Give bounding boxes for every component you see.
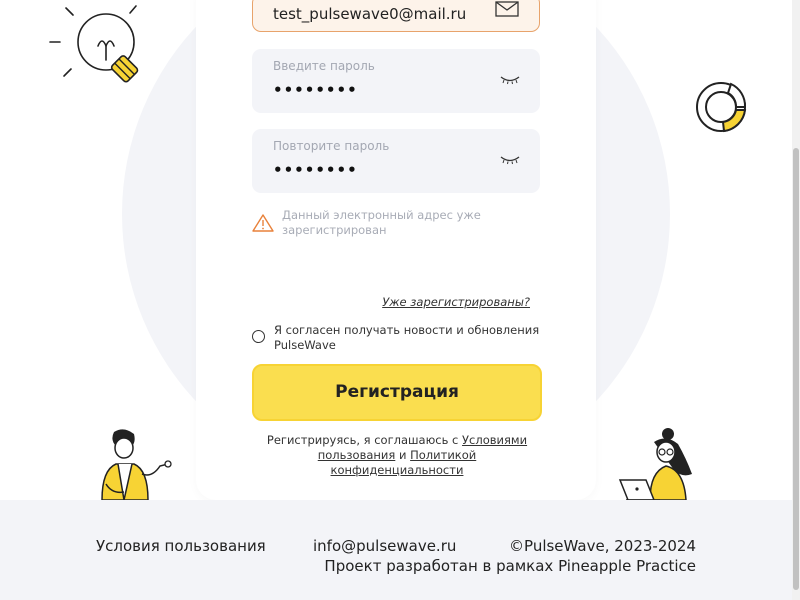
terms-conjunction: и <box>395 448 411 462</box>
password-value: •••••••• <box>273 81 358 99</box>
eye-closed-icon[interactable] <box>500 75 520 85</box>
man-illustration <box>101 429 172 501</box>
scrollbar-thumb[interactable] <box>793 148 799 590</box>
donut-chart-illustration <box>696 82 747 133</box>
footer: Условия пользования info@pulsewave.ru ©P… <box>0 500 792 600</box>
password-label: Введите пароль <box>273 59 375 73</box>
footer-project-note: Проект разработан в рамках Pineapple Pra… <box>324 557 696 575</box>
envelope-icon <box>495 1 519 17</box>
password-repeat-value: •••••••• <box>273 161 358 179</box>
warning-icon <box>252 214 274 232</box>
terms-prefix: Регистрируясь, я соглашаюсь с <box>266 433 463 447</box>
terms-notice: Регистрируясь, я соглашаюсь с Условиями … <box>252 433 542 478</box>
footer-email-link[interactable]: info@pulsewave.ru <box>313 537 456 555</box>
email-field[interactable]: test_pulsewave0@mail.ru <box>252 0 540 32</box>
consent-label: Я согласен получать новости и обновления… <box>274 323 540 352</box>
lightbulb-illustration <box>49 5 139 83</box>
password-field[interactable]: Введите пароль •••••••• <box>252 49 540 113</box>
eye-closed-icon[interactable] <box>500 155 520 165</box>
woman-laptop-illustration <box>618 428 692 501</box>
login-link[interactable]: Уже зарегистрированы? <box>382 295 530 309</box>
password-repeat-label: Повторите пароль <box>273 139 390 153</box>
email-value: test_pulsewave0@mail.ru <box>273 5 467 23</box>
consent-radio[interactable] <box>252 330 265 343</box>
footer-copyright: ©PulseWave, 2023-2024 <box>509 537 696 555</box>
error-message: Данный электронный адрес уже зарегистрир… <box>282 208 481 237</box>
register-button[interactable]: Регистрация <box>252 364 542 421</box>
password-repeat-field[interactable]: Повторите пароль •••••••• <box>252 129 540 193</box>
page-scrollbar[interactable] <box>792 0 800 600</box>
footer-terms-link[interactable]: Условия пользования <box>96 537 266 555</box>
